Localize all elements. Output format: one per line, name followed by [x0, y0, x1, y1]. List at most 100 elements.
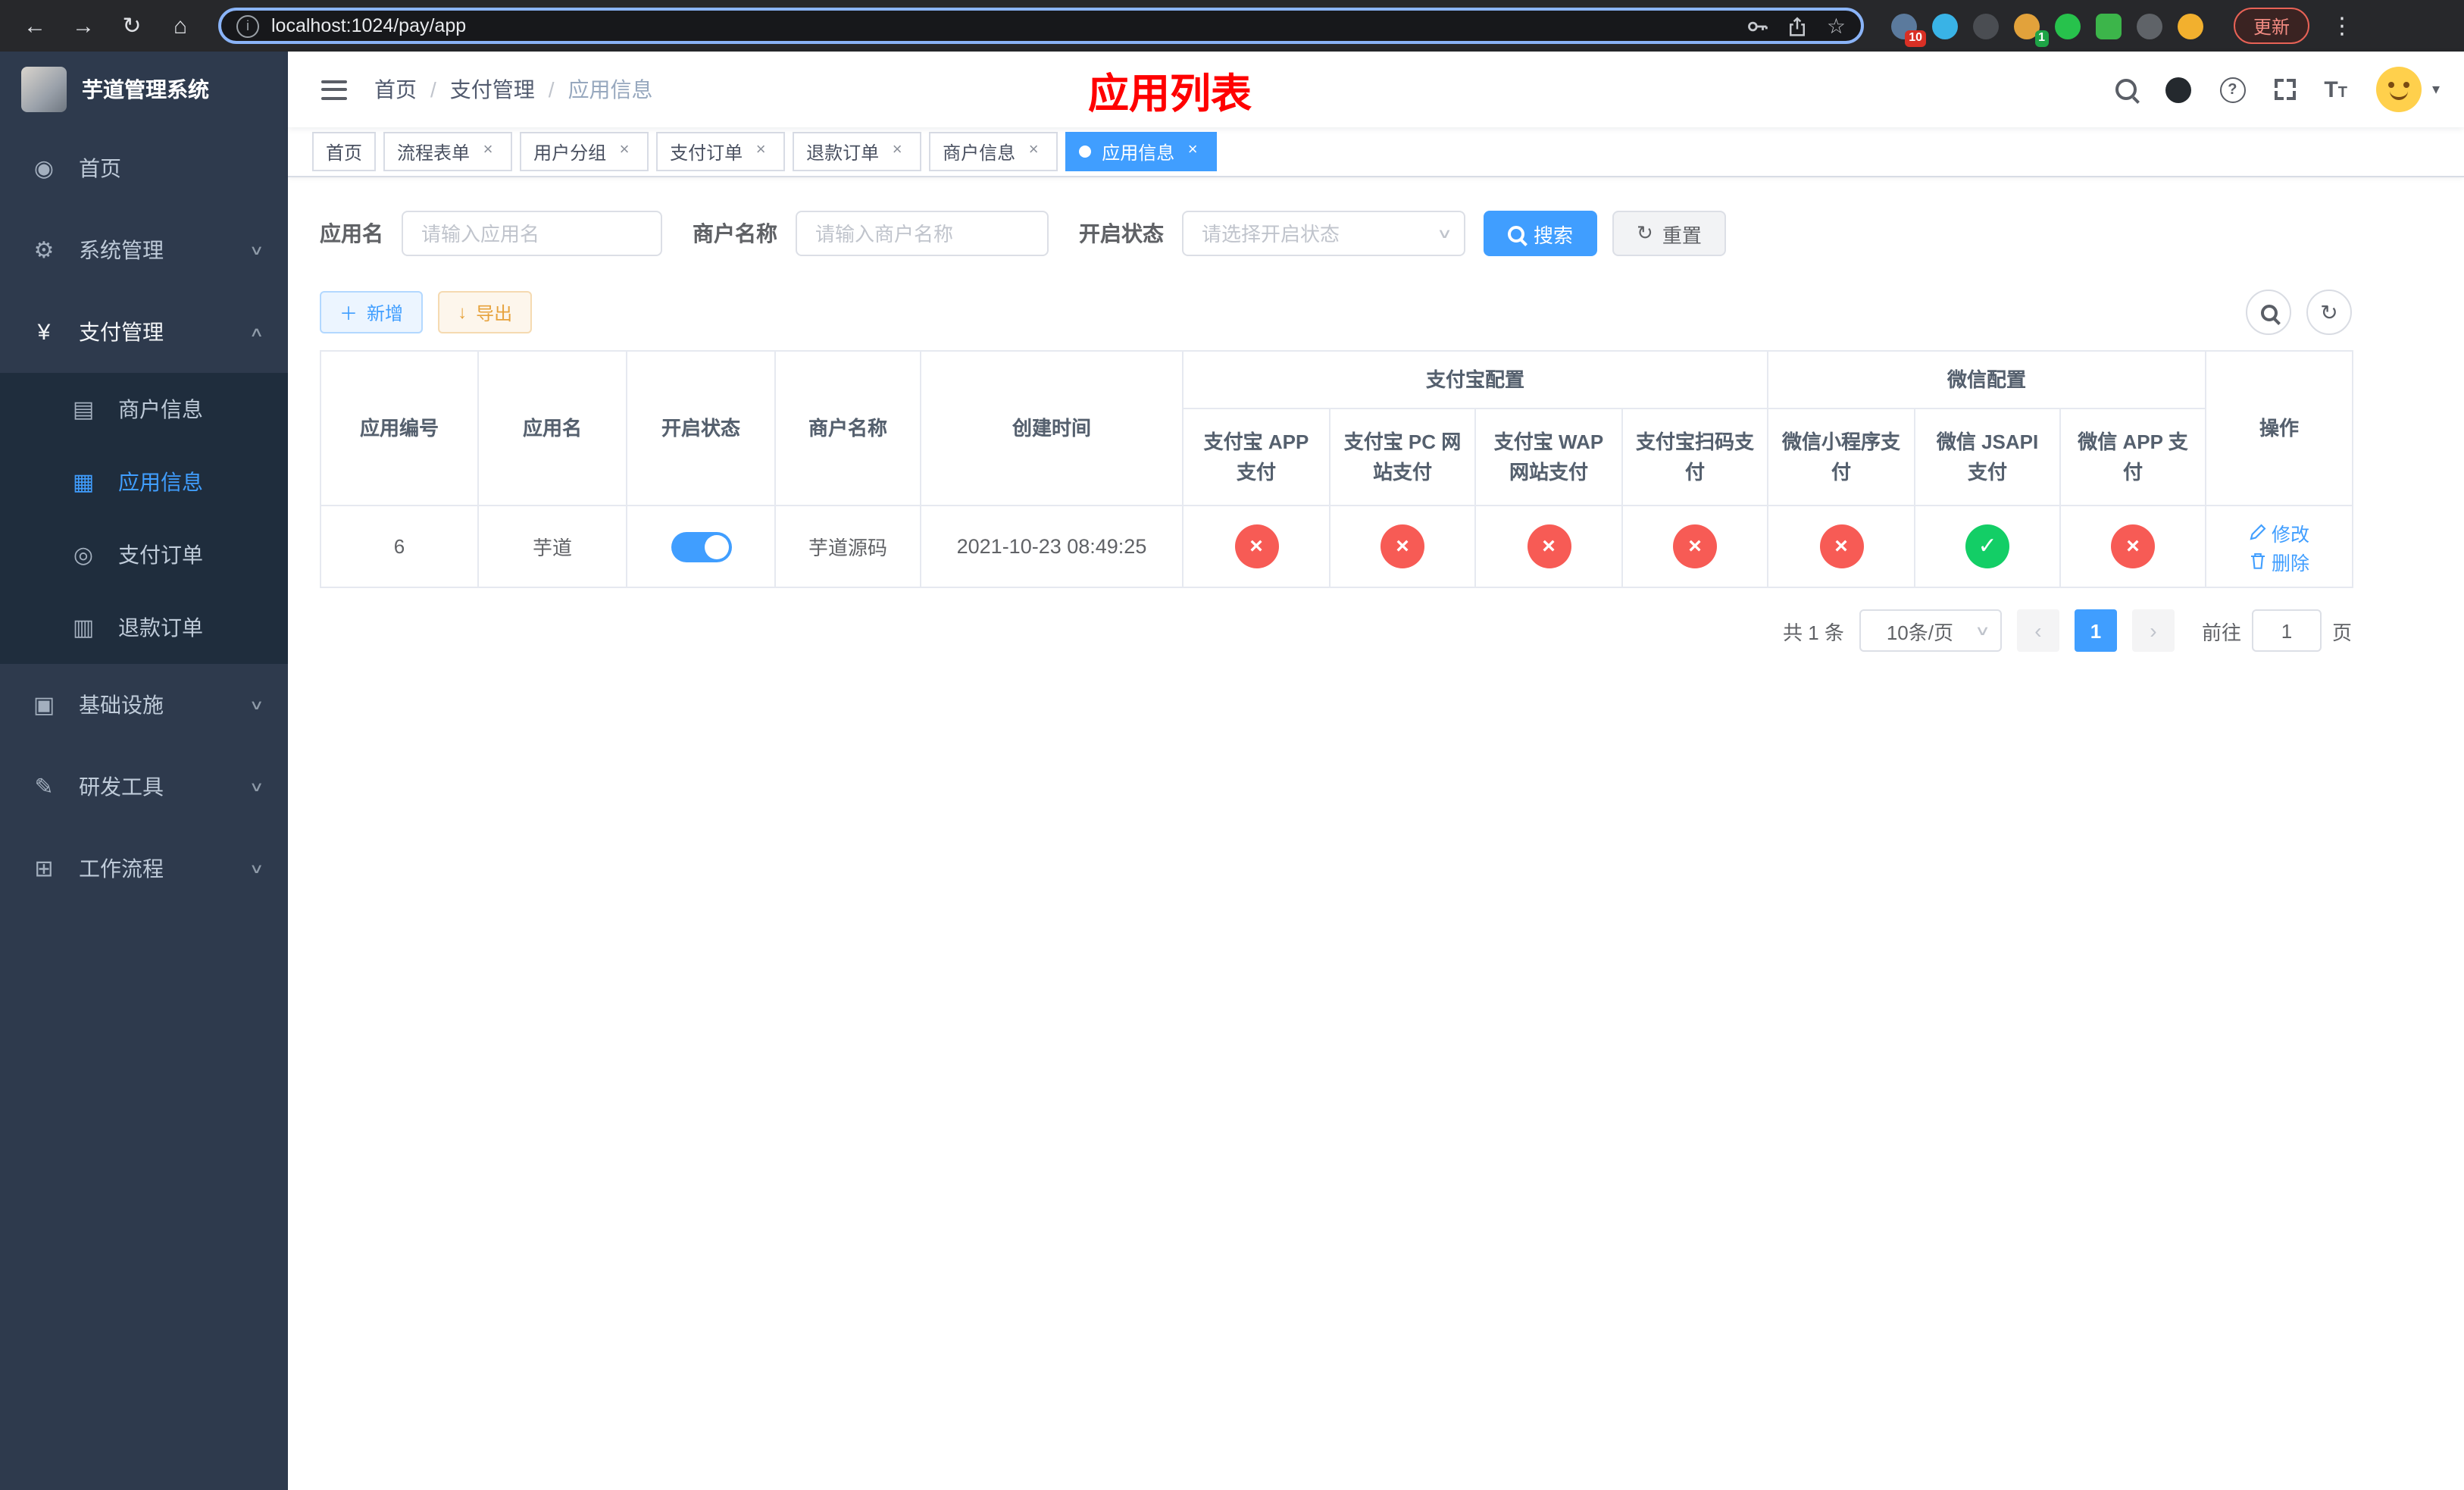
alipay-qr-status-icon [1673, 524, 1717, 568]
chevron-down-icon: ∨ [249, 778, 265, 794]
sidebar-item-label: 支付管理 [79, 320, 164, 344]
forward-icon[interactable]: → [64, 6, 103, 45]
search-button[interactable]: 搜索 [1484, 211, 1598, 256]
help-icon[interactable]: ? [2219, 77, 2246, 102]
extension-badge: 1 [2034, 30, 2049, 46]
bookmark-star-icon[interactable]: ☆ [1827, 13, 1846, 39]
cell-wx-jsapi [1914, 505, 2062, 588]
breadcrumb-separator: / [430, 77, 436, 102]
col-header-created: 创建时间 [920, 350, 1184, 506]
delete-button[interactable]: 删除 [2249, 546, 2309, 575]
fullscreen-icon[interactable] [2274, 79, 2296, 100]
extension-icon-4[interactable]: 1 [2014, 13, 2049, 46]
tab-close-icon[interactable]: × [1023, 141, 1044, 162]
share-icon[interactable] [1787, 14, 1809, 37]
status-select[interactable] [1182, 211, 1465, 256]
order-icon: ◎ [73, 543, 94, 568]
sidebar-item-app-info[interactable]: ▦ 应用信息 [0, 446, 288, 518]
tab-process-form[interactable]: 流程表单 × [383, 132, 513, 171]
chevron-down-icon: ∨ [249, 860, 265, 875]
sidebar-item-devtools[interactable]: ✎ 研发工具 ∨ [0, 746, 288, 828]
sidebar-item-label: 研发工具 [79, 775, 164, 799]
pagination-total: 共 1 条 [1783, 621, 1844, 643]
search-icon [1508, 225, 1524, 242]
tab-close-icon[interactable]: × [614, 141, 635, 162]
page-size-select[interactable]: 10条/页 ∨ [1859, 609, 2002, 652]
extension-icon-6[interactable] [2096, 13, 2122, 39]
password-key-icon[interactable] [1746, 14, 1769, 37]
github-icon[interactable] [2165, 77, 2191, 102]
wechat-jsapi-status-icon [1965, 524, 2010, 568]
next-page-button[interactable]: › [2131, 609, 2175, 652]
yen-icon: ¥ [37, 319, 51, 345]
tab-close-icon[interactable]: × [477, 141, 499, 162]
extension-icon-1[interactable]: 10 [1891, 13, 1926, 46]
extension-icon-7[interactable] [2137, 13, 2162, 39]
gear-icon: ⚙ [33, 238, 55, 264]
col-header-alipay-wap: 支付宝 WAP 网站支付 [1474, 408, 1623, 506]
tab-user-group[interactable]: 用户分组 × [520, 132, 649, 171]
sidebar-item-pay-orders[interactable]: ◎ 支付订单 [0, 518, 288, 591]
sidebar-item-merchant-info[interactable]: ▤ 商户信息 [0, 373, 288, 446]
alipay-pc-status-icon [1381, 524, 1424, 568]
refresh-icon: ↻ [2320, 299, 2338, 324]
tab-close-icon[interactable]: × [750, 141, 771, 162]
status-toggle[interactable] [671, 531, 731, 562]
home-icon[interactable]: ⌂ [161, 6, 200, 45]
refresh-table-button[interactable]: ↻ [2306, 290, 2352, 335]
cell-wx-app [2059, 505, 2207, 588]
sidebar: 芋道管理系统 ◉ 首页 ⚙ 系统管理 ∨ ¥ 支付管理 ∧ ▤ 商户信息 ▦ 应… [0, 52, 288, 1490]
reset-button[interactable]: ↻ 重置 [1612, 211, 1726, 256]
sidebar-item-system[interactable]: ⚙ 系统管理 ∨ [0, 209, 288, 291]
sidebar-item-label: 退款订单 [118, 615, 203, 640]
back-icon[interactable]: ← [15, 6, 55, 45]
goto-page-input[interactable] [2251, 609, 2322, 652]
tab-home[interactable]: 首页 [312, 132, 377, 171]
font-size-icon[interactable]: TT [2324, 78, 2347, 101]
app-name-input[interactable] [402, 211, 662, 256]
extension-icon-5[interactable] [2055, 13, 2081, 39]
cell-actions: 修改 删除 [2205, 505, 2354, 588]
tab-pay-orders[interactable]: 支付订单 × [656, 132, 786, 171]
search-icon[interactable] [2115, 79, 2137, 100]
chevron-down-icon[interactable]: ▾ [2432, 81, 2440, 98]
page-number-1[interactable]: 1 [2074, 609, 2117, 652]
address-bar[interactable]: i localhost:1024/pay/app ☆ [218, 8, 1864, 44]
user-avatar[interactable] [2375, 67, 2422, 112]
reload-icon[interactable]: ↻ [112, 6, 152, 45]
export-button[interactable]: ↓ 导出 [438, 291, 533, 333]
chevron-down-icon: ∨ [1975, 622, 1991, 637]
toggle-search-button[interactable] [2246, 290, 2291, 335]
tab-app-info[interactable]: 应用信息 × [1065, 132, 1218, 171]
sidebar-item-payment[interactable]: ¥ 支付管理 ∧ [0, 291, 288, 373]
extension-icon-2[interactable] [1932, 13, 1958, 39]
merchant-name-input[interactable] [796, 211, 1049, 256]
col-header-app-id: 应用编号 [320, 350, 479, 506]
browser-menu-icon[interactable]: ⋮ [2331, 12, 2353, 39]
alipay-app-status-icon [1234, 524, 1278, 568]
sidebar-item-workflow[interactable]: ⊞ 工作流程 ∨ [0, 828, 288, 909]
col-header-alipay-app: 支付宝 APP 支付 [1182, 408, 1330, 506]
cell-wx-mini [1767, 505, 1916, 588]
sidebar-item-home[interactable]: ◉ 首页 [0, 127, 288, 209]
tab-close-icon[interactable]: × [1182, 141, 1203, 162]
browser-update-button[interactable]: 更新 [2234, 8, 2310, 44]
col-header-app-name: 应用名 [477, 350, 627, 506]
collapse-menu-icon[interactable] [321, 80, 347, 99]
app-title: 芋道管理系统 [82, 77, 209, 102]
tab-close-icon[interactable]: × [886, 141, 908, 162]
sidebar-item-refund-orders[interactable]: ▥ 退款订单 [0, 591, 288, 664]
sidebar-item-infra[interactable]: ▣ 基础设施 ∨ [0, 664, 288, 746]
tab-merchant-info[interactable]: 商户信息 × [929, 132, 1058, 171]
add-button[interactable]: ＋ 新增 [320, 291, 424, 333]
extension-icon-8[interactable] [2178, 13, 2203, 39]
col-header-status: 开启状态 [626, 350, 776, 506]
edit-button[interactable]: 修改 [2249, 518, 2309, 546]
tab-refund-orders[interactable]: 退款订单 × [793, 132, 922, 171]
breadcrumb-item-payment[interactable]: 支付管理 [450, 74, 535, 105]
pagination: 共 1 条 10条/页 ∨ ‹ 1 › 前往 页 [320, 609, 2352, 652]
extension-icon-3[interactable] [1973, 13, 1999, 39]
site-info-icon[interactable]: i [236, 14, 259, 37]
breadcrumb-item-home[interactable]: 首页 [374, 74, 417, 105]
prev-page-button[interactable]: ‹ [2016, 609, 2059, 652]
